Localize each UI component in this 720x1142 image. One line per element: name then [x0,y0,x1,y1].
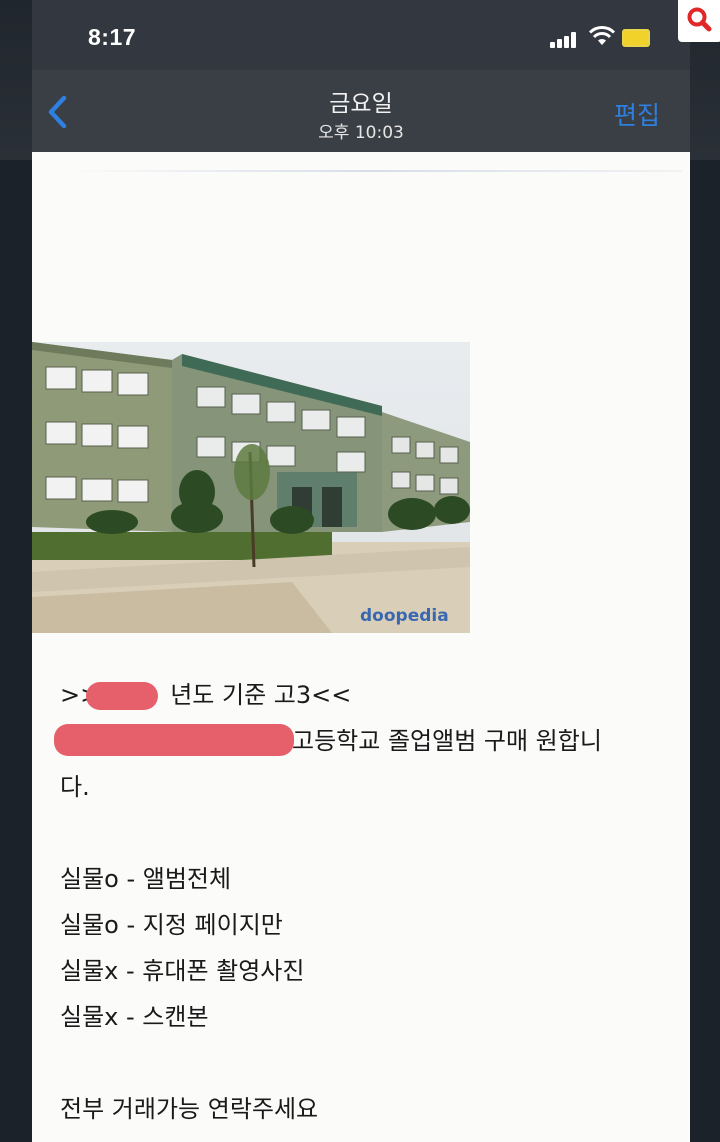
divider [62,170,682,172]
photo-watermark: doopedia [360,606,449,626]
search-icon[interactable] [678,0,720,42]
nav-subtitle: 오후 10:03 [318,123,404,143]
status-bar: 8:17 [32,0,720,70]
navigation-bar: 금요일 오후 10:03 편집 [32,70,690,152]
option-item: 실물o - 앨범전체 [60,865,232,893]
message-content: doopedia >> 년도 기준 고3<< 고등학교 졸업앨범 구매 원합니 다… [32,152,690,1142]
cellular-signal-icon [550,31,580,48]
message-line: >> 년도 기준 고3<< [60,672,680,718]
message-text: >> 년도 기준 고3<< 고등학교 졸업앨범 구매 원합니 다. 실물o - 앨… [54,672,680,1132]
battery-icon [622,29,650,47]
redaction-mark [54,724,294,756]
message-line: 다. [60,773,90,801]
message-line: 고등학교 졸업앨범 구매 원합니 [54,718,680,764]
redaction-mark [86,682,158,710]
option-item: 실물o - 지정 페이지만 [60,911,283,939]
message-school-line: 고등학교 졸업앨범 구매 원합니 [292,727,602,755]
closing-line: 전부 거래가능 연락주세요 [60,1095,319,1123]
wifi-icon [588,26,616,45]
option-item: 실물x - 휴대폰 촬영사진 [60,957,305,985]
nav-title: 금요일 [329,91,393,117]
status-time: 8:17 [88,24,137,50]
message-year-line: 년도 기준 고3<< [170,681,352,709]
edit-button[interactable]: 편집 [614,96,660,132]
option-item: 실물x - 스캔본 [60,1003,209,1031]
school-photo[interactable]: doopedia [32,342,470,633]
